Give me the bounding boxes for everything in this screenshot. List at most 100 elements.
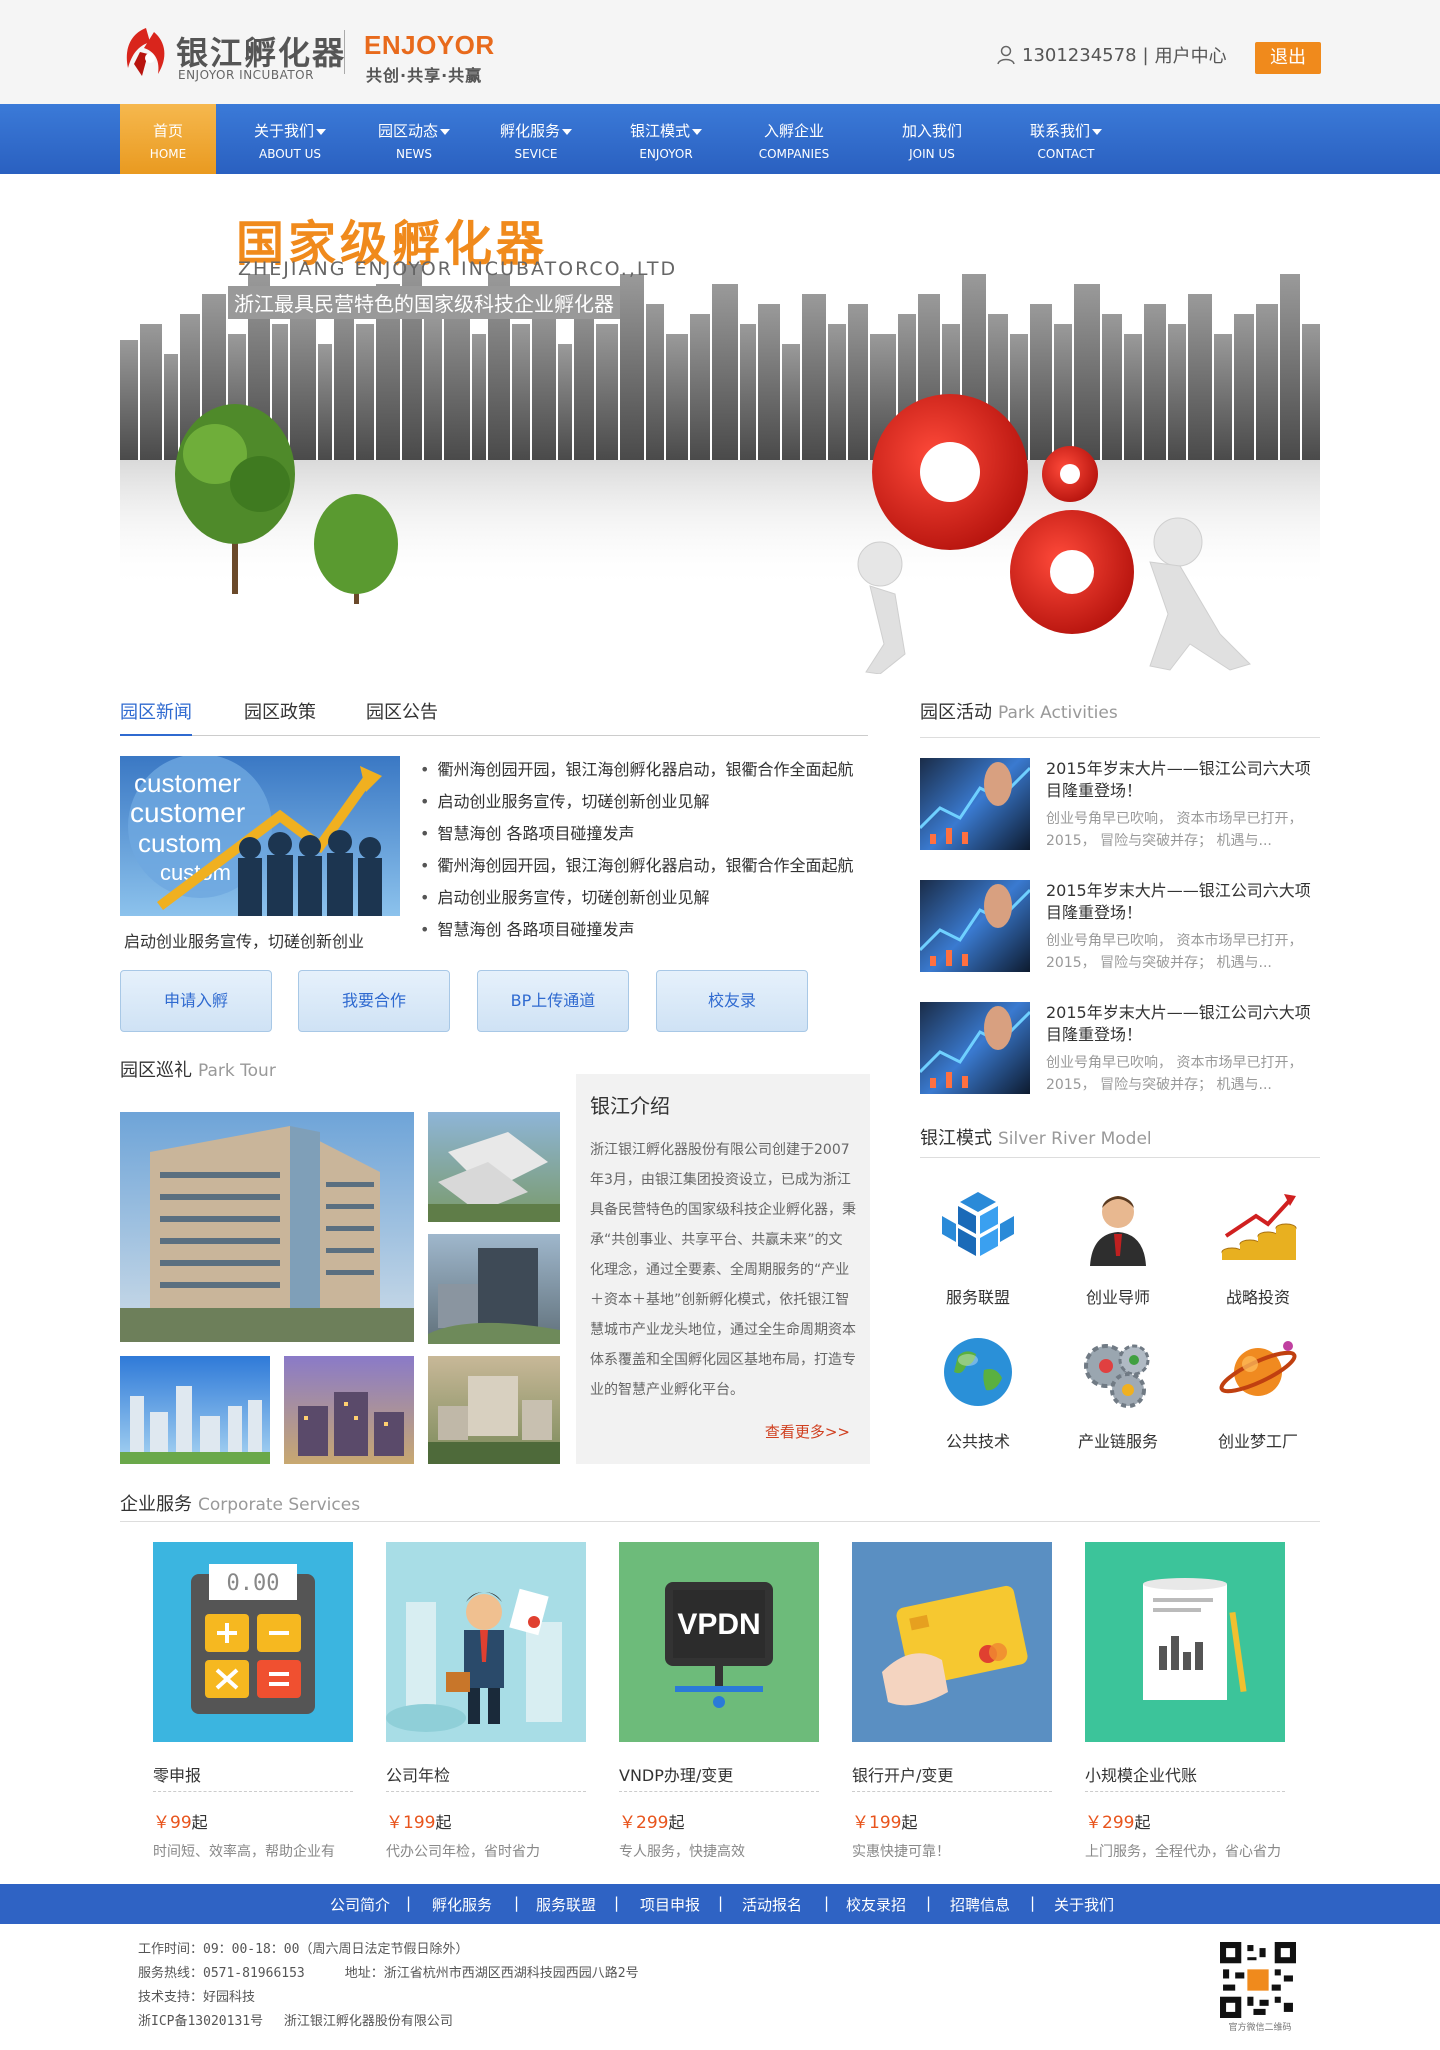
section-title: 园区巡礼 xyxy=(120,1060,192,1081)
nav-label-cn: 孵化服务 xyxy=(488,120,584,141)
news-image-word: custom xyxy=(138,828,222,858)
chevron-down-icon xyxy=(440,128,450,135)
bp-upload-button[interactable]: BP上传通道 xyxy=(477,970,629,1032)
model-item-industry-chain[interactable]: 产业链服务 xyxy=(1048,1330,1188,1451)
park-photo-skyline[interactable] xyxy=(120,1356,270,1464)
price-value: ￥299 xyxy=(619,1813,669,1833)
nav-label-en: NEWS xyxy=(395,147,433,161)
news-featured-image[interactable]: customer customer custom custom xyxy=(120,756,400,916)
footer-hotline: 服务热线：0571-81966153 xyxy=(138,1966,305,1981)
chevron-down-icon xyxy=(1092,128,1102,135)
planet-icon xyxy=(1219,1341,1297,1396)
price-unit: 起 xyxy=(191,1813,208,1832)
nav-label-en: JOIN US xyxy=(909,147,955,161)
alumni-button[interactable]: 校友录 xyxy=(656,970,808,1032)
read-more-link[interactable]: 查看更多>> xyxy=(765,1421,850,1442)
tab-park-policy[interactable]: 园区政策 xyxy=(244,698,316,736)
brand-slogan: 共创·共享·共赢 xyxy=(366,66,483,85)
hero-banner[interactable]: 国家级孵化器 ZHEJIANG ENJOYOR INCUBATORCO.,LTD… xyxy=(0,174,1440,674)
qr-code xyxy=(1220,1942,1296,2018)
model-label: 产业链服务 xyxy=(1077,1432,1158,1451)
footer-link-alumni[interactable]: 校友录招 xyxy=(846,1894,906,1915)
activity-title: 2015年岁末大片——银江公司六大项目隆重登场！ xyxy=(1046,759,1311,800)
nav-item-news[interactable]: 园区动态 NEWS xyxy=(366,104,462,174)
nav-item-home[interactable]: 首页 HOME xyxy=(120,104,216,174)
footer-link-company-profile[interactable]: 公司简介 xyxy=(330,1894,390,1915)
service-item-small-bookkeeping[interactable]: 小规模企业代账 ￥299起 上门服务，全程代办，省心省力 xyxy=(1085,1542,1285,1861)
activity-thumbnail xyxy=(920,758,1030,850)
nav-label-en: COMPANIES xyxy=(758,147,830,161)
nav-item-companies[interactable]: 入孵企业 COMPANIES xyxy=(746,104,842,174)
service-desc: 实惠快捷可靠！ xyxy=(852,1844,950,1860)
footer-icp: 浙ICP备13020131号 浙江银江孵化器股份有限公司 xyxy=(138,2014,453,2029)
park-photo-aerial-2[interactable] xyxy=(428,1234,560,1344)
service-desc: 代办公司年检，省时省力 xyxy=(386,1844,540,1860)
qr-code-icon xyxy=(1220,1942,1296,2018)
service-item-zero-declaration[interactable]: 0.00 零申报 ￥99起 时间短、效率高，帮助企业有 xyxy=(153,1542,353,1861)
footer-link-about[interactable]: 关于我们 xyxy=(1054,1894,1114,1915)
price-value: ￥199 xyxy=(386,1813,436,1833)
apply-incubation-button[interactable]: 申请入孵 xyxy=(120,970,272,1032)
service-item-bank-account[interactable]: 银行开户/变更 ￥199起 实惠快捷可靠！ xyxy=(852,1542,1052,1861)
model-item-dream-factory[interactable]: 创业梦工厂 xyxy=(1188,1330,1328,1451)
list-item[interactable]: 智慧海创 各路项目碰撞发声 xyxy=(420,916,870,948)
activity-thumb-art xyxy=(920,1006,1030,1088)
park-photo-dusk[interactable] xyxy=(284,1356,414,1464)
nav-label-en: HOME xyxy=(149,147,187,161)
logout-button[interactable]: 退出 xyxy=(1255,42,1321,74)
tab-park-news[interactable]: 园区新闻 xyxy=(120,698,192,736)
activity-item[interactable]: 2015年岁末大片——银江公司六大项目隆重登场！ 创业号角早已吹响， 资本市场早… xyxy=(920,1002,1320,1102)
service-item-vndp[interactable]: VPDN VNDP办理/变更 ￥299起 专人服务，快捷高效 xyxy=(619,1542,819,1861)
activity-item[interactable]: 2015年岁末大片——银江公司六大项目隆重登场！ 创业号角早已吹响， 资本市场早… xyxy=(920,880,1320,980)
model-item-service-alliance[interactable]: 服务联盟 xyxy=(908,1186,1048,1307)
footer-link-incubation[interactable]: 孵化服务 xyxy=(432,1894,492,1915)
model-item-public-tech[interactable]: 公共技术 xyxy=(908,1330,1048,1451)
activity-thumb-art xyxy=(920,762,1030,844)
section-title-en: Park Activities xyxy=(998,703,1118,723)
list-item[interactable]: 启动创业服务宣传，切磋创新创业见解 xyxy=(420,884,870,916)
globe-icon xyxy=(944,1338,1012,1406)
list-item[interactable]: 衢州海创园开园，银江海创孵化器启动，银衢合作全面起航 xyxy=(420,756,870,788)
list-item[interactable]: 智慧海创 各路项目碰撞发声 xyxy=(420,820,870,852)
nav-item-enjoyor[interactable]: 银江模式 ENJOYOR xyxy=(618,104,714,174)
footer-address: 地址：浙江省杭州市西湖区西湖科技园西园八路2号 xyxy=(344,1966,639,1981)
user-center-link[interactable]: 用户中心 xyxy=(1155,42,1227,68)
tab-park-notice[interactable]: 园区公告 xyxy=(366,698,438,736)
logo[interactable]: 银江孵化器 ENJOYOR INCUBATOR ENJOYOR 共创·共享·共赢 xyxy=(120,22,500,85)
cooperate-button[interactable]: 我要合作 xyxy=(298,970,450,1032)
service-name: 公司年检 xyxy=(386,1762,586,1792)
nav-item-contact[interactable]: 联系我们 CONTACT xyxy=(1018,104,1114,174)
footer-link-jobs[interactable]: 招聘信息 xyxy=(950,1894,1010,1915)
model-item-strategic-investment[interactable]: 战略投资 xyxy=(1188,1186,1328,1307)
footer-info: 工作时间：09：00-18：00（周六周日法定节假日除外） 服务热线：0571-… xyxy=(138,1938,639,2034)
section-title-en: Silver River Model xyxy=(998,1129,1152,1149)
list-item[interactable]: 启动创业服务宣传，切磋创新创业见解 xyxy=(420,788,870,820)
model-header: 银江模式 Silver River Model xyxy=(920,1124,1320,1158)
footer-link-project[interactable]: 项目申报 xyxy=(640,1894,700,1915)
list-item[interactable]: 衢州海创园开园，银江海创孵化器启动，银衢合作全面起航 xyxy=(420,852,870,884)
footer-link-event[interactable]: 活动报名 xyxy=(742,1894,802,1915)
section-title-en: Park Tour xyxy=(198,1061,276,1081)
section-title: 银江模式 xyxy=(920,1128,992,1149)
service-price: ￥299起 xyxy=(1085,1808,1285,1833)
service-item-annual-inspection[interactable]: 公司年检 ￥199起 代办公司年检，省时省力 xyxy=(386,1542,586,1861)
nav-label-cn: 联系我们 xyxy=(1018,120,1114,141)
park-photo-aerial-1[interactable] xyxy=(428,1112,560,1222)
model-item-mentor[interactable]: 创业导师 xyxy=(1048,1186,1188,1307)
nav-item-about[interactable]: 关于我们 ABOUT US xyxy=(240,104,340,174)
activity-desc: 创业号角早已吹响， 资本市场早已打开，2015， 冒险与突破并存； 机遇与... xyxy=(1046,933,1303,971)
nav-item-join[interactable]: 加入我们 JOIN US xyxy=(884,104,980,174)
activity-item[interactable]: 2015年岁末大片——银江公司六大项目隆重登场！ 创业号角早已吹响， 资本市场早… xyxy=(920,758,1320,858)
footer-separator: | xyxy=(824,1894,830,1912)
park-photo-main[interactable] xyxy=(120,1112,414,1342)
nav-item-service[interactable]: 孵化服务 SEVICE xyxy=(488,104,584,174)
park-photo-building xyxy=(120,1126,414,1342)
price-unit: 起 xyxy=(1134,1813,1151,1832)
banner-tagline: 浙江最具民营特色的国家级科技企业孵化器 xyxy=(228,286,620,319)
park-photo-campus[interactable] xyxy=(428,1356,560,1464)
service-name: VNDP办理/变更 xyxy=(619,1762,819,1792)
news-image-caption[interactable]: 启动创业服务宣传，切磋创新创业 xyxy=(124,928,364,952)
logo-divider xyxy=(344,30,345,74)
main-nav: 首页 HOME 关于我们 ABOUT US 园区动态 NEWS 孵化服务 SEVICE … xyxy=(0,104,1440,174)
footer-link-alliance[interactable]: 服务联盟 xyxy=(536,1894,596,1915)
